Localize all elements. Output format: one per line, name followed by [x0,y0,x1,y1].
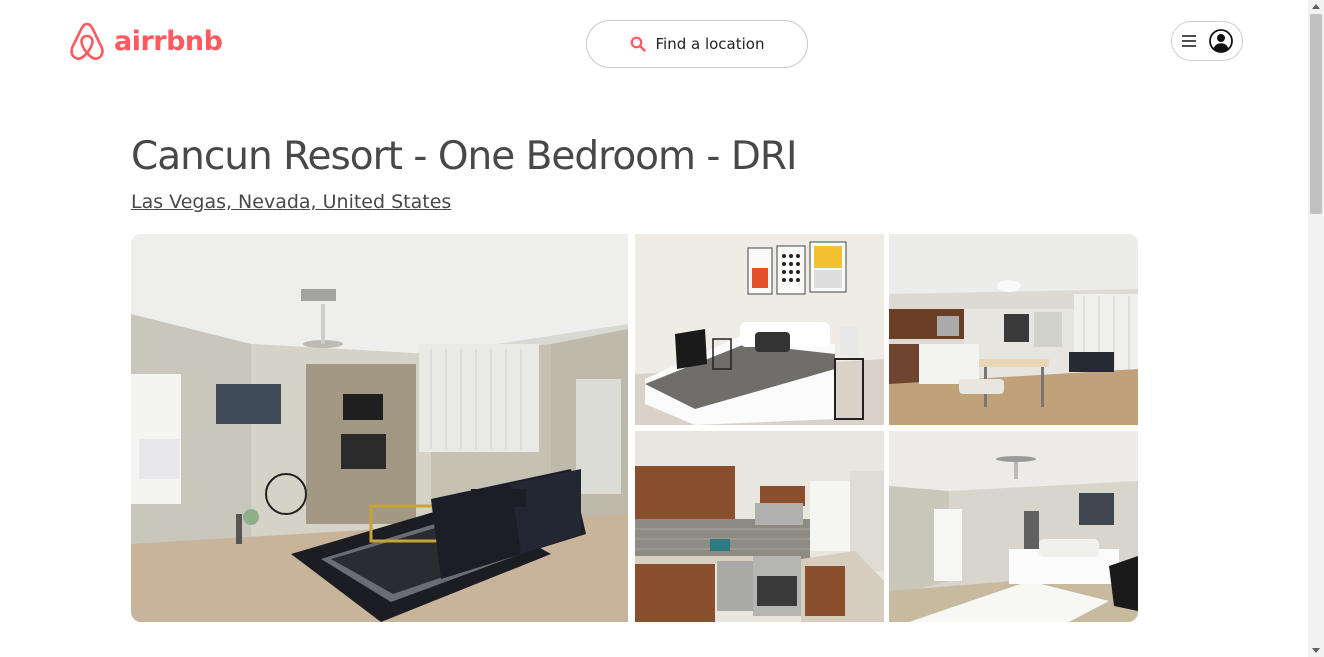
user-menu-button[interactable] [1171,21,1243,61]
vertical-scrollbar[interactable] [1308,0,1324,657]
photo-gallery [131,234,1138,622]
airbnb-logo-icon [70,22,104,61]
listing-title: Cancun Resort - One Bedroom - DRI [131,134,798,179]
gallery-photo-open-plan[interactable] [889,234,1138,425]
top-header: airrbnb Find a location [0,0,1308,92]
scroll-up-arrow-icon[interactable] [1308,0,1324,14]
gallery-photo-kitchen[interactable] [635,431,884,622]
scrollbar-thumb[interactable] [1310,14,1322,214]
user-avatar-icon [1209,29,1233,53]
search-label: Find a location [655,35,765,53]
search-icon [630,36,646,52]
logo-link[interactable]: airrbnb [68,20,223,62]
find-location-button[interactable]: Find a location [586,20,808,68]
gallery-photo-bedroom[interactable] [635,234,884,425]
scroll-down-arrow-icon[interactable] [1308,643,1324,657]
listing-location-link[interactable]: Las Vegas, Nevada, United States [131,191,451,213]
gallery-photo-bedroom-2[interactable] [889,431,1138,622]
hamburger-menu-icon [1182,35,1196,47]
logo-text: airrbnb [114,25,223,57]
gallery-photo-main[interactable] [131,234,628,622]
